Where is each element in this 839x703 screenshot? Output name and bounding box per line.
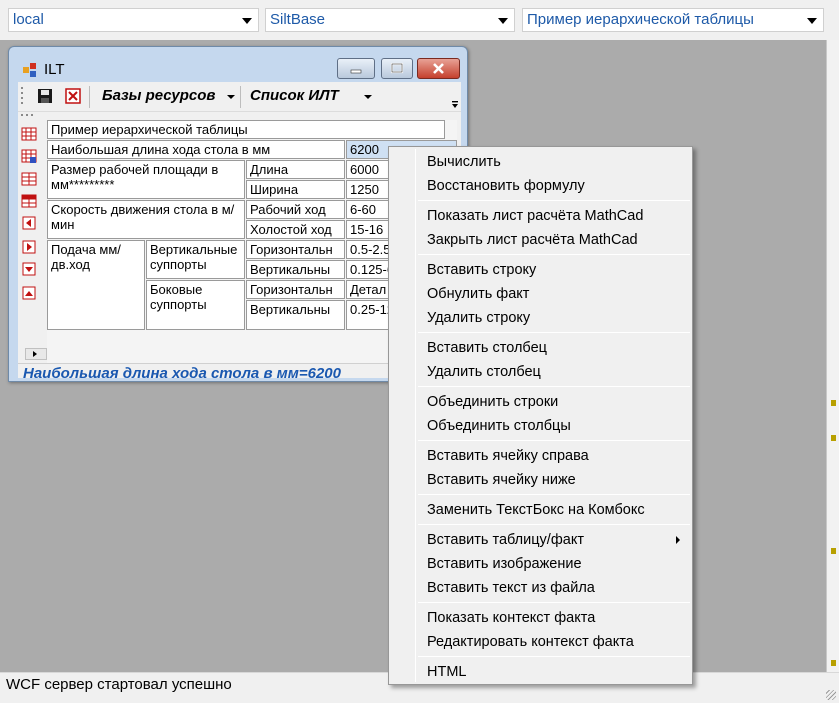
server-combo[interactable]: local <box>8 8 259 32</box>
move-up-icon[interactable] <box>21 285 37 301</box>
app-icon <box>23 63 36 77</box>
toolbar-grip-icon <box>21 87 23 104</box>
menu-item-insert-column[interactable]: Вставить столбец <box>427 339 547 357</box>
table-split-icon[interactable] <box>21 193 37 209</box>
work-area-label-cell[interactable]: Размер рабочей площади в мм********* <box>47 160 245 199</box>
menu-item-insert-image[interactable]: Вставить изображение <box>427 555 582 573</box>
table-combo[interactable]: Пример иерархической таблицы <box>522 8 824 32</box>
minimize-icon <box>350 69 362 74</box>
maximize-button[interactable] <box>381 58 413 79</box>
menu-separator <box>418 602 690 603</box>
window-title: ILT <box>44 61 65 78</box>
table-combo-value: Пример иерархической таблицы <box>527 11 754 28</box>
menu-item-show-fact-context[interactable]: Показать контекст факта <box>427 609 595 627</box>
toolbar-separator <box>240 86 241 108</box>
database-combo[interactable]: SiltBase <box>265 8 515 32</box>
menu-item-restore-formula[interactable]: Восстановить формулу <box>427 177 585 195</box>
close-button[interactable] <box>417 58 460 79</box>
length-label-cell[interactable]: Длина <box>246 160 345 179</box>
idle-stroke-label-cell[interactable]: Холостой ход <box>246 220 345 239</box>
vertical-label-cell[interactable]: Вертикальны <box>246 300 345 330</box>
horizontal-label-cell[interactable]: Горизонтальн <box>246 280 345 299</box>
server-combo-value: local <box>13 11 44 28</box>
menu-item-html[interactable]: HTML <box>427 663 466 681</box>
feed-label-cell[interactable]: Подача мм/дв.ход <box>47 240 145 330</box>
menu-item-merge-columns[interactable]: Объединить столбцы <box>427 417 571 435</box>
table-grid-icon[interactable] <box>21 171 37 187</box>
menu-item-merge-rows[interactable]: Объединить строки <box>427 393 558 411</box>
table-title-cell[interactable]: Пример иерархической таблицы <box>47 120 445 139</box>
resize-grip-icon[interactable] <box>826 690 836 700</box>
insert-column-icon[interactable] <box>21 148 37 164</box>
status-text: WCF сервер стартовал успешно <box>6 676 232 693</box>
menu-item-calculate[interactable]: Вычислить <box>427 153 501 171</box>
marker-icon <box>831 435 836 441</box>
menu-item-insert-table-fact[interactable]: Вставить таблицу/факт <box>427 531 584 549</box>
chevron-down-icon[interactable] <box>498 18 508 24</box>
toolbar-separator <box>89 86 90 108</box>
maximize-icon <box>390 62 404 74</box>
horizontal-label-cell[interactable]: Горизонтальн <box>246 240 345 259</box>
resources-dropdown[interactable]: Базы ресурсов <box>102 87 216 104</box>
move-left-icon[interactable] <box>21 215 37 231</box>
menu-item-close-mathcad[interactable]: Закрыть лист расчёта MathCad <box>427 231 638 249</box>
menu-item-delete-column[interactable]: Удалить столбец <box>427 363 541 381</box>
toolbar-overflow-icon[interactable] <box>451 100 459 109</box>
menu-item-insert-row[interactable]: Вставить строку <box>427 261 536 279</box>
menu-item-insert-text-file[interactable]: Вставить текст из файла <box>427 579 595 597</box>
insert-row-icon[interactable] <box>21 126 37 142</box>
menu-separator <box>418 494 690 495</box>
vertical-label-cell[interactable]: Вертикальны <box>246 260 345 279</box>
chevron-down-icon[interactable] <box>242 18 252 24</box>
menu-separator <box>418 524 690 525</box>
width-label-cell[interactable]: Ширина <box>246 180 345 199</box>
menu-gutter <box>415 149 416 682</box>
menu-item-delete-row[interactable]: Удалить строку <box>427 309 530 327</box>
formula-label: Наибольшая длина хода стола в мм=6200 <box>23 365 341 382</box>
speed-label-cell[interactable]: Скорость движения стола в м/мин <box>47 200 245 239</box>
scroll-right-icon[interactable] <box>33 351 37 357</box>
menu-separator <box>418 386 690 387</box>
close-icon <box>433 63 444 74</box>
context-menu: Вычислить Восстановить формулу Показать … <box>388 146 693 685</box>
minimize-button[interactable] <box>337 58 375 79</box>
menu-item-insert-cell-below[interactable]: Вставить ячейку ниже <box>427 471 576 489</box>
side-toolbar-grip-icon <box>21 114 33 116</box>
menu-item-edit-fact-context[interactable]: Редактировать контекст факта <box>427 633 634 651</box>
menu-item-show-mathcad[interactable]: Показать лист расчёта MathCad <box>427 207 643 225</box>
right-scroll-strip[interactable] <box>826 40 839 672</box>
ilt-list-dropdown[interactable]: Список ИЛТ <box>250 87 339 104</box>
delete-icon[interactable] <box>65 88 81 104</box>
submenu-arrow-icon <box>676 536 680 544</box>
menu-item-replace-textbox[interactable]: Заменить ТекстБокс на Комбокс <box>427 501 645 519</box>
max-stroke-label-cell[interactable]: Наибольшая длина хода стола в мм <box>47 140 345 159</box>
working-stroke-label-cell[interactable]: Рабочий ход <box>246 200 345 219</box>
chevron-down-icon[interactable] <box>227 95 235 99</box>
menu-item-insert-cell-right[interactable]: Вставить ячейку справа <box>427 447 589 465</box>
menu-separator <box>418 254 690 255</box>
side-supports-label-cell[interactable]: Боковые суппорты <box>146 280 245 330</box>
marker-icon <box>831 548 836 554</box>
chevron-down-icon[interactable] <box>807 18 817 24</box>
menu-item-reset-fact[interactable]: Обнулить факт <box>427 285 529 303</box>
vertical-supports-label-cell[interactable]: Вертикальные суппорты <box>146 240 245 279</box>
menu-separator <box>418 656 690 657</box>
menu-separator <box>418 200 690 201</box>
move-right-icon[interactable] <box>21 239 37 255</box>
database-combo-value: SiltBase <box>270 11 326 28</box>
move-down-icon[interactable] <box>21 261 37 277</box>
save-icon[interactable] <box>37 88 53 104</box>
menu-separator <box>418 440 690 441</box>
chevron-down-icon[interactable] <box>364 95 372 99</box>
top-combo-bar: local SiltBase Пример иерархической табл… <box>0 0 839 40</box>
horizontal-scrollbar[interactable] <box>25 348 47 360</box>
ilt-toolbar: Базы ресурсов Список ИЛТ <box>18 82 461 112</box>
menu-separator <box>418 332 690 333</box>
marker-icon <box>831 660 836 666</box>
marker-icon <box>831 400 836 406</box>
